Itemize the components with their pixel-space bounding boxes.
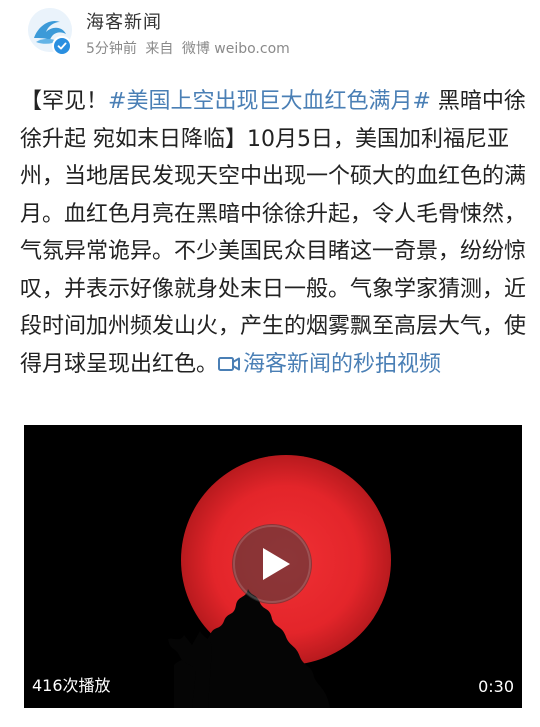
post-text-body: 黑暗中徐徐升起 宛如末日降临】10月5日，美国加利福尼亚州，当地居民发现天空中出… — [20, 89, 527, 377]
video-link[interactable]: 海客新闻的秒拍视频 — [218, 352, 441, 377]
source-prefix: 来自 — [145, 41, 174, 57]
post-meta: 5分钟前 来自 微博 weibo.com — [86, 38, 294, 58]
play-count: 416次播放 — [32, 676, 111, 695]
post-time: 5分钟前 — [86, 41, 137, 57]
verified-check-icon — [57, 42, 67, 50]
play-icon — [233, 525, 311, 603]
video-duration: 0:30 — [478, 677, 514, 696]
video-player[interactable]: 416次播放 0:30 — [24, 425, 522, 708]
verified-badge — [52, 36, 72, 56]
post-text-prefix: 【罕见！ — [20, 89, 109, 114]
post-header: 海客新闻 5分钟前 来自 微博 weibo.com — [0, 0, 540, 70]
topic-link[interactable]: #美国上空出现巨大血红色满月# — [108, 89, 431, 114]
post-body: 【罕见！#美国上空出现巨大血红色满月# 黑暗中徐徐升起 宛如末日降临】10月5日… — [20, 83, 530, 383]
video-camera-icon — [218, 356, 241, 371]
post-source[interactable]: 微博 weibo.com — [182, 41, 290, 57]
author-name[interactable]: 海客新闻 — [86, 8, 162, 34]
play-button[interactable] — [232, 524, 312, 604]
video-link-label: 海客新闻的秒拍视频 — [243, 351, 442, 377]
